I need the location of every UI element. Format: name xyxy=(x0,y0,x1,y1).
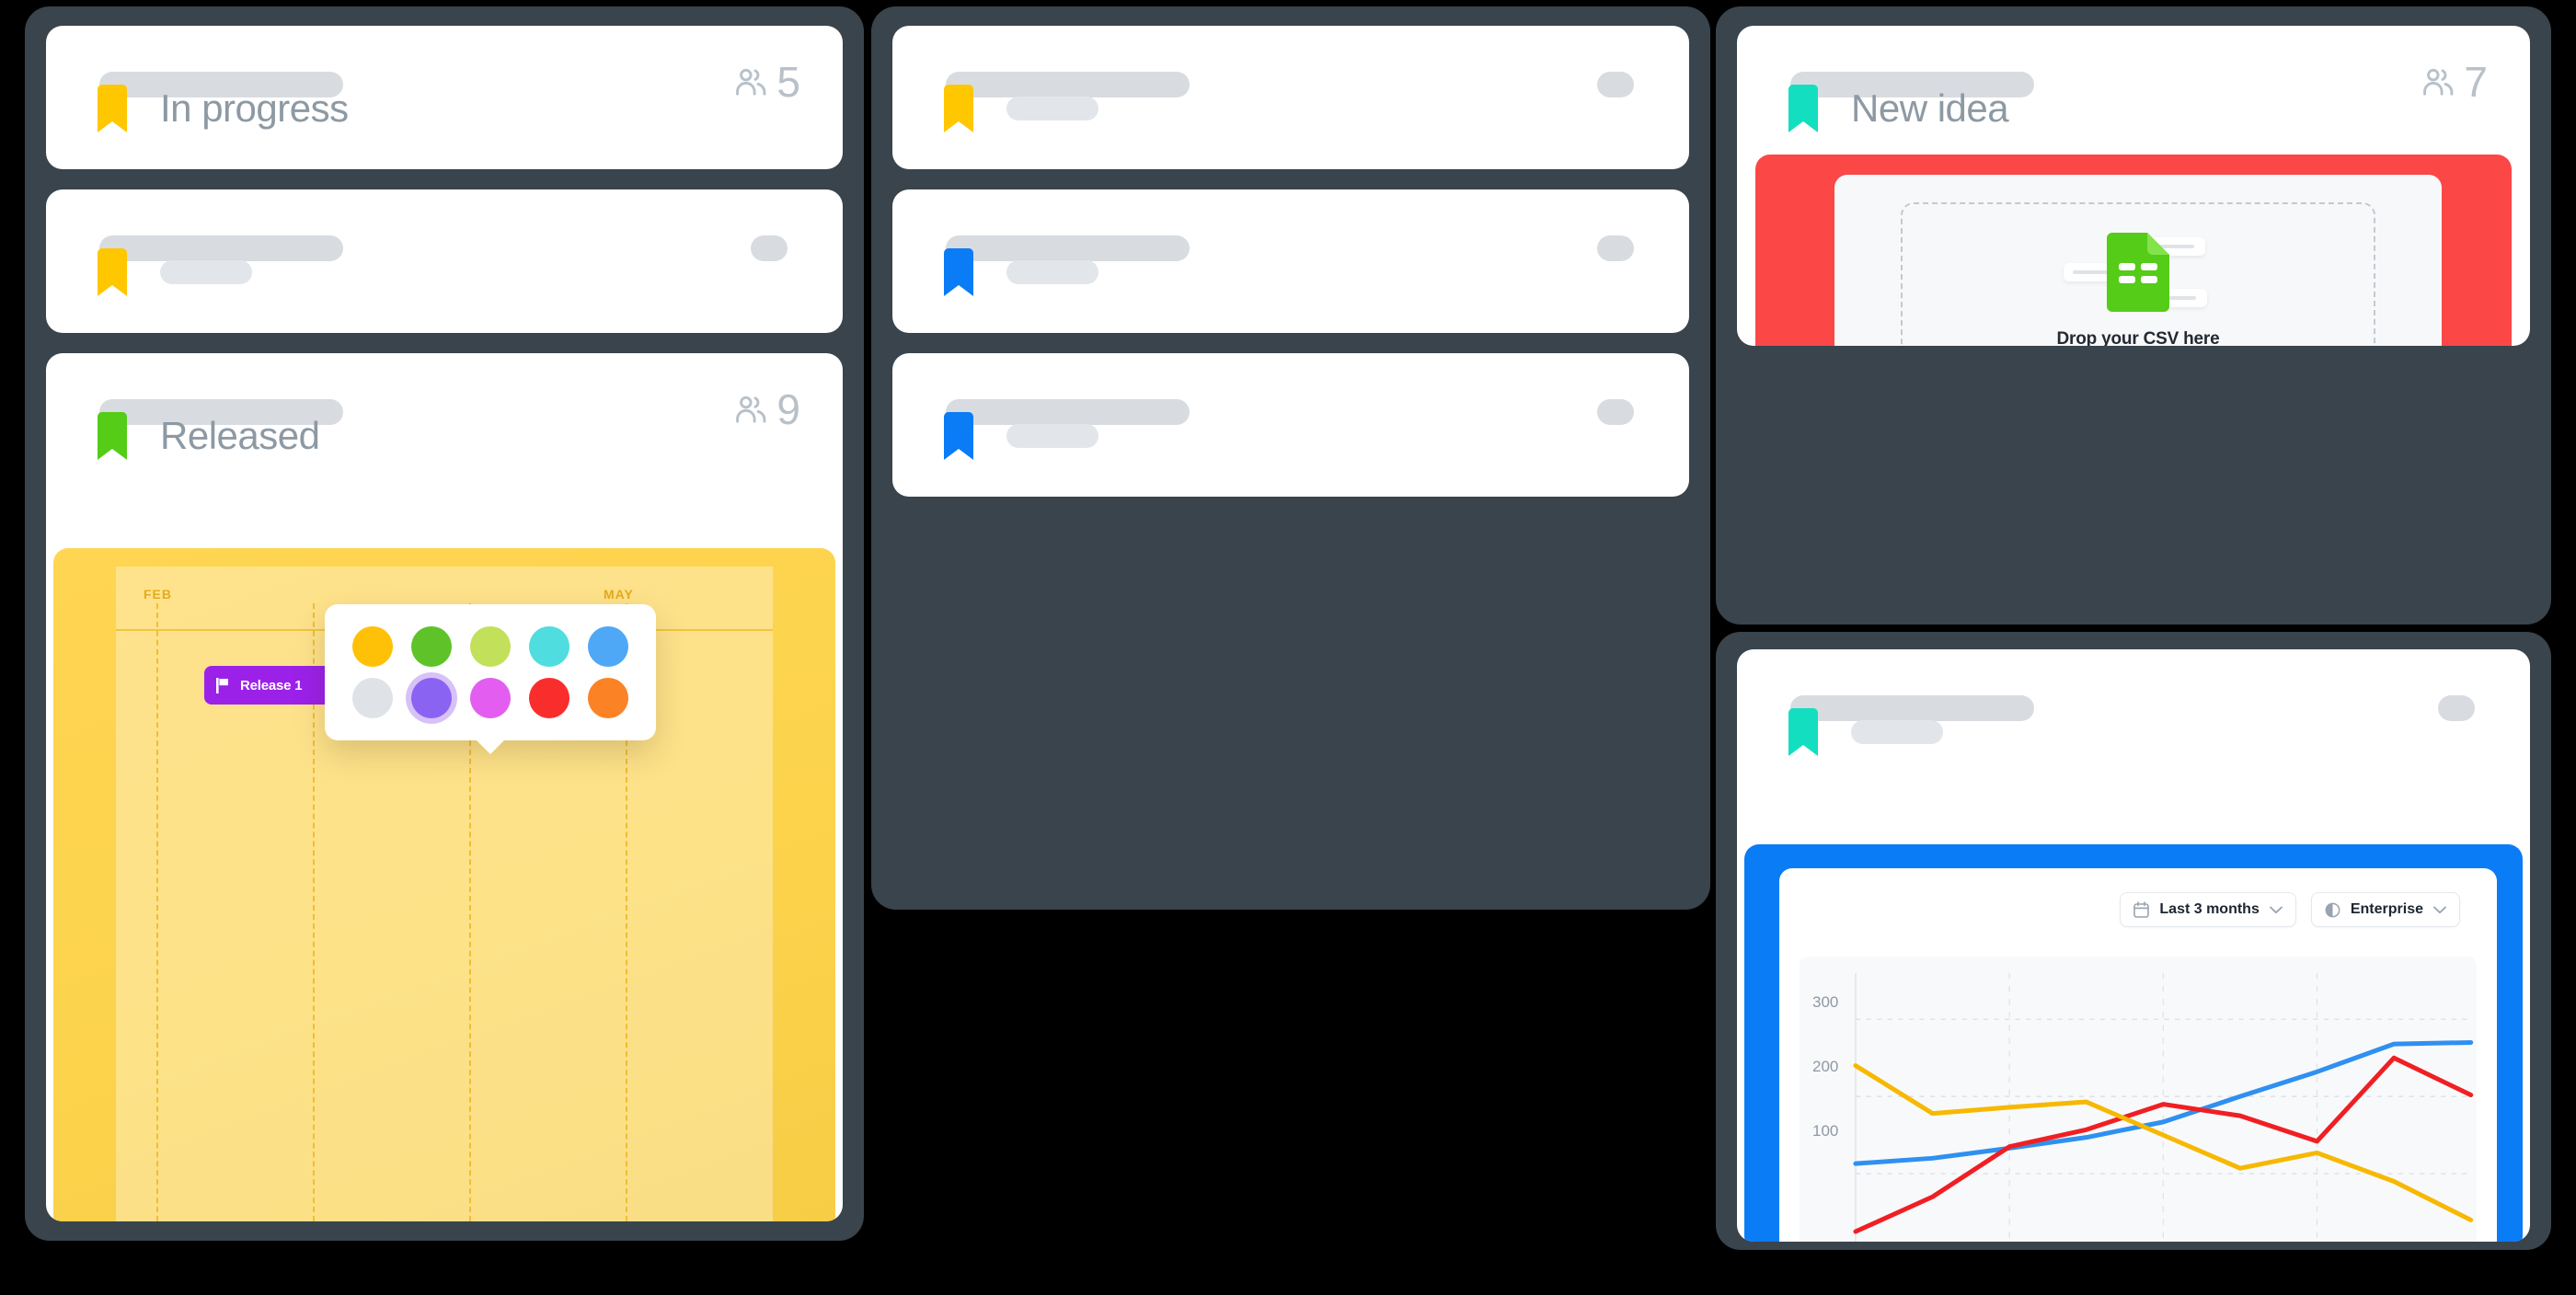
members-count: 7 xyxy=(2464,58,2488,106)
card-header: 5 In progress xyxy=(46,26,843,150)
card-header: 9 Released xyxy=(46,353,843,477)
status-pill-placeholder xyxy=(2438,695,2475,721)
calendar-icon xyxy=(2133,901,2150,918)
color-swatch-yellow[interactable] xyxy=(352,626,393,667)
card-header xyxy=(892,189,1689,314)
color-swatch-gray[interactable] xyxy=(352,678,393,718)
card-status-label: New idea xyxy=(1851,86,2009,130)
color-swatch-lime[interactable] xyxy=(470,626,511,667)
color-picker-row-1 xyxy=(352,626,628,667)
bookmark-ribbon-icon xyxy=(944,85,973,132)
bookmark-ribbon-icon xyxy=(944,412,973,460)
status-row: Released xyxy=(46,400,320,472)
bookmark-ribbon-icon xyxy=(98,248,127,296)
card-header xyxy=(46,189,843,314)
status-row xyxy=(892,73,1098,144)
csv-file-icon xyxy=(2060,228,2216,316)
csv-dropzone[interactable]: Drop your CSV here xyxy=(1901,202,2375,346)
people-icon xyxy=(734,66,769,97)
status-row xyxy=(1737,696,1943,768)
analytics-window: Last 3 months Enterprise 300 200 100 xyxy=(1779,868,2497,1242)
bookmark-ribbon-icon xyxy=(98,85,127,132)
status-pill-placeholder xyxy=(1597,72,1634,97)
card-placeholder-mid-3[interactable] xyxy=(892,353,1689,497)
card-status-label: Released xyxy=(160,414,320,457)
status-row xyxy=(892,400,1098,472)
label-placeholder-bar xyxy=(160,260,252,284)
color-swatch-magenta[interactable] xyxy=(470,678,511,718)
date-range-value: Last 3 months xyxy=(2159,901,2260,917)
color-picker-row-2 xyxy=(352,678,628,718)
gantt-month-feb: FEB xyxy=(144,587,172,602)
status-pill-placeholder xyxy=(1597,399,1634,425)
people-icon xyxy=(734,394,769,425)
card-released[interactable]: 9 Released FEB MAY Release 1 xyxy=(46,353,843,1221)
label-placeholder-bar xyxy=(1006,97,1098,120)
color-swatch-orange[interactable] xyxy=(588,678,628,718)
card-status-label: In progress xyxy=(160,86,349,130)
popover-arrow xyxy=(475,739,506,754)
chevron-down-icon xyxy=(2433,906,2446,913)
segment-value: Enterprise xyxy=(2350,901,2423,917)
card-header xyxy=(892,353,1689,477)
gantt-month-may: MAY xyxy=(604,587,634,602)
card-in-progress[interactable]: 5 In progress xyxy=(46,26,843,169)
color-swatch-purple-selected[interactable] xyxy=(411,678,452,718)
color-picker-popover[interactable] xyxy=(325,604,656,754)
flag-icon xyxy=(216,677,228,693)
status-pill-placeholder xyxy=(1597,235,1634,261)
label-placeholder-bar xyxy=(1006,260,1098,284)
card-header: 7 New idea xyxy=(1737,26,2530,150)
date-range-dropdown[interactable]: Last 3 months xyxy=(2120,892,2296,927)
bookmark-ribbon-icon xyxy=(944,248,973,296)
card-header xyxy=(892,26,1689,150)
release-bar-label: Release 1 xyxy=(240,677,303,693)
card-new-idea[interactable]: 7 New idea Drop your CSV here xyxy=(1737,26,2530,346)
color-swatch-cyan[interactable] xyxy=(529,626,569,667)
members-count: 5 xyxy=(776,58,800,106)
members-indicator: 7 xyxy=(2421,61,2488,103)
line-chart-plot-area xyxy=(1800,972,2477,1242)
csv-dropzone-label: Drop your CSV here xyxy=(2056,329,2220,346)
bookmark-ribbon-icon xyxy=(98,412,127,460)
label-placeholder-bar xyxy=(1006,424,1098,448)
status-row xyxy=(892,236,1098,308)
label-placeholder-bar xyxy=(1851,720,1943,744)
color-swatch-blue[interactable] xyxy=(588,626,628,667)
members-count: 9 xyxy=(776,385,800,433)
status-row: New idea xyxy=(1737,73,2009,144)
people-icon xyxy=(2421,66,2456,97)
members-indicator: 9 xyxy=(734,388,800,430)
csv-document-glyph xyxy=(2107,233,2169,312)
gantt-gridline xyxy=(156,603,158,1221)
segment-dropdown[interactable]: Enterprise xyxy=(2310,892,2460,927)
board-canvas: 5 In progress 9 Released FEB MAY Release… xyxy=(0,0,2576,1295)
csv-import-surface: Drop your CSV here xyxy=(1834,175,2442,346)
card-placeholder-mid-1[interactable] xyxy=(892,26,1689,169)
status-row: In progress xyxy=(46,73,349,144)
color-swatch-green[interactable] xyxy=(411,626,452,667)
members-indicator: 5 xyxy=(734,61,800,103)
status-pill-placeholder xyxy=(751,235,788,261)
card-placeholder-mid-2[interactable] xyxy=(892,189,1689,333)
card-analytics[interactable]: Last 3 months Enterprise 300 200 100 xyxy=(1737,649,2530,1242)
analytics-filters: Last 3 months Enterprise xyxy=(1779,868,2497,927)
line-chart: 300 200 100 xyxy=(1800,957,2477,1242)
card-header xyxy=(1737,649,2530,774)
pie-chart-icon xyxy=(2325,902,2340,917)
color-swatch-red[interactable] xyxy=(529,678,569,718)
chevron-down-icon xyxy=(2269,906,2283,913)
card-placeholder-left-1[interactable] xyxy=(46,189,843,333)
bookmark-ribbon-icon xyxy=(1788,85,1818,132)
status-row xyxy=(46,236,252,308)
bookmark-ribbon-icon xyxy=(1788,708,1818,756)
